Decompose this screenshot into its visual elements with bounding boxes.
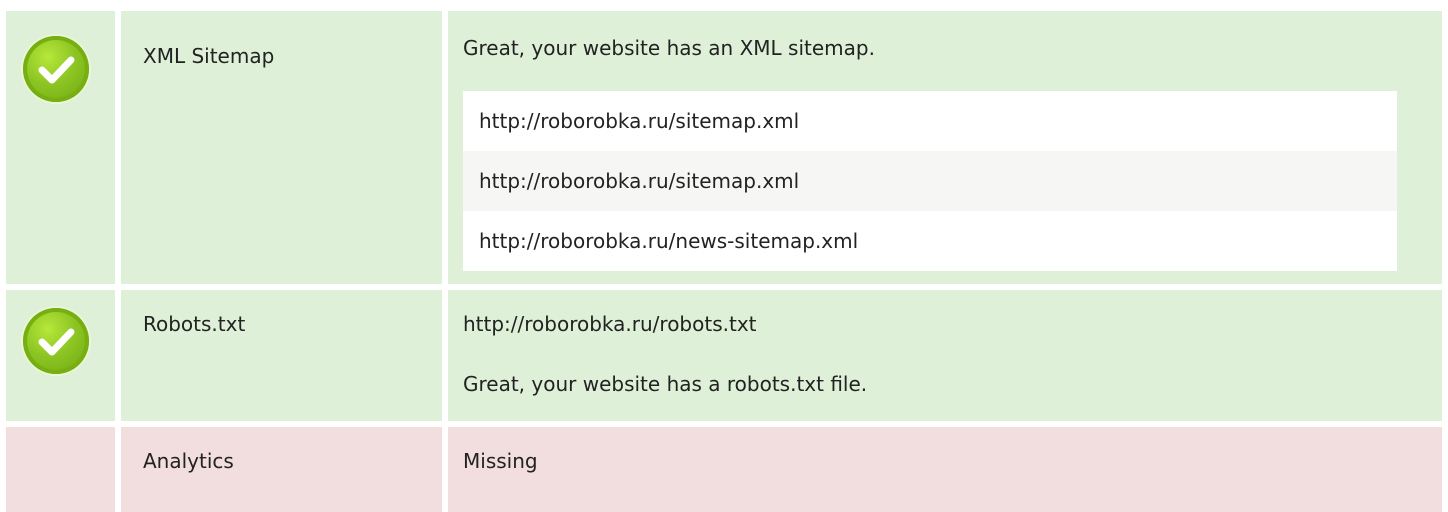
status-message: Great, your website has an XML sitemap. [463,36,875,60]
status-cell [6,11,115,284]
sitemap-url-item[interactable]: http://roborobka.ru/sitemap.xml [463,151,1397,211]
row-label: XML Sitemap [143,44,275,68]
report-row-analytics: Analytics Missing [6,427,1442,512]
status-cell [6,427,115,512]
report-row-robots-txt: Robots.txt http://roborobka.ru/robots.tx… [6,290,1442,421]
sitemap-url-item[interactable]: http://roborobka.ru/news-sitemap.xml [463,211,1397,271]
label-cell: XML Sitemap [121,11,442,284]
row-label: Robots.txt [143,312,246,336]
label-cell: Robots.txt [121,290,442,421]
check-circle-icon [23,308,89,374]
robots-url[interactable]: http://roborobka.ru/robots.txt [463,310,757,338]
body-cell: Missing [448,427,1442,512]
row-label: Analytics [143,449,234,473]
body-cell: Great, your website has an XML sitemap. … [448,11,1442,284]
body-cell: http://roborobka.ru/robots.txt Great, yo… [448,290,1442,421]
sitemap-url-item[interactable]: http://roborobka.ru/sitemap.xml [463,91,1397,151]
report-row-xml-sitemap: XML Sitemap Great, your website has an X… [6,11,1442,284]
status-cell [6,290,115,421]
status-message: Great, your website has a robots.txt fil… [463,372,868,396]
status-message: Missing [463,449,538,473]
label-cell: Analytics [121,427,442,512]
seo-report: XML Sitemap Great, your website has an X… [0,0,1448,512]
check-circle-icon [23,36,89,102]
sitemap-url-list: http://roborobka.ru/sitemap.xml http://r… [463,91,1397,271]
